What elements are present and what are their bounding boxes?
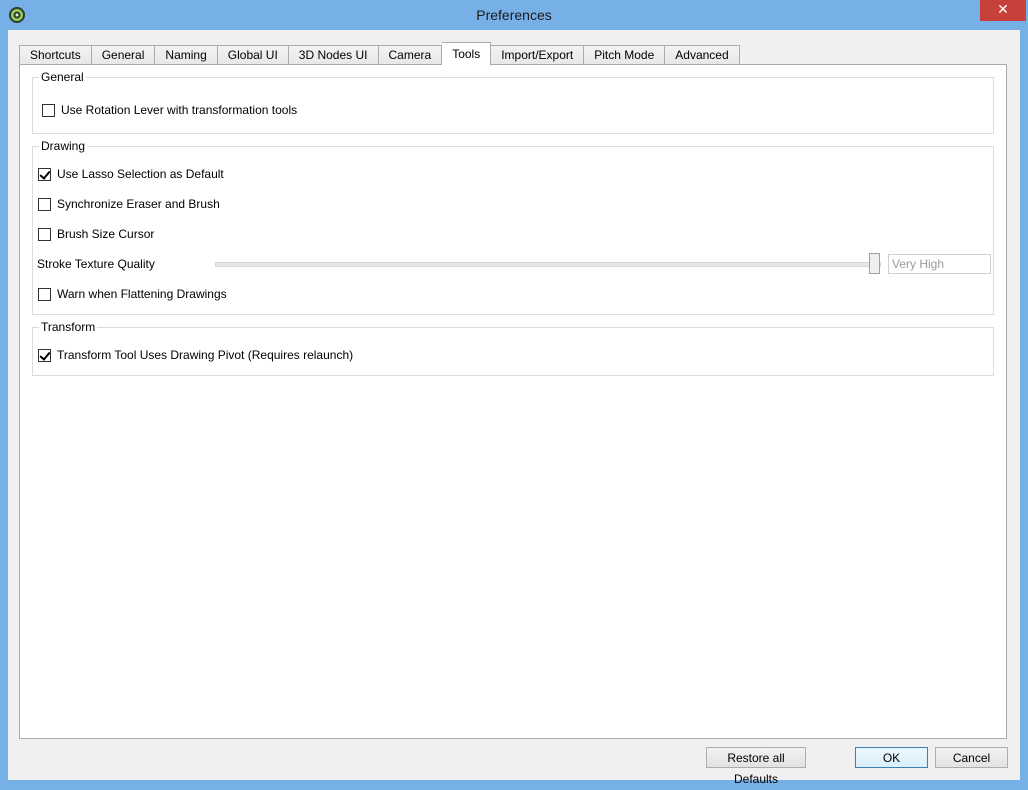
tab-global-ui[interactable]: Global UI (217, 45, 289, 66)
transform-drawing-pivot-option[interactable]: Transform Tool Uses Drawing Pivot (Requi… (38, 347, 353, 363)
tab-naming[interactable]: Naming (155, 45, 218, 66)
synchronize-eraser-brush-checkbox[interactable] (38, 197, 51, 211)
brush-size-cursor-label: Brush Size Cursor (57, 227, 155, 241)
tab-3d-nodes-ui[interactable]: 3D Nodes UI (288, 45, 379, 66)
tools-panel: General Use Rotation Lever with transfor… (19, 64, 1007, 739)
window-title: Preferences (476, 7, 552, 23)
tab-general[interactable]: General (91, 45, 156, 66)
synchronize-eraser-brush-option[interactable]: Synchronize Eraser and Brush (38, 196, 220, 212)
preferences-window: Preferences ✕ Shortcuts General Naming G… (0, 0, 1028, 788)
use-rotation-lever-checkbox[interactable] (42, 103, 55, 117)
group-title-general: General (39, 70, 86, 84)
tab-bar: Shortcuts General Naming Global UI 3D No… (19, 42, 740, 66)
ok-button[interactable]: OK (855, 747, 928, 768)
brush-size-cursor-option[interactable]: Brush Size Cursor (38, 226, 154, 242)
tab-advanced[interactable]: Advanced (665, 45, 740, 66)
tab-shortcuts[interactable]: Shortcuts (19, 45, 92, 66)
stroke-texture-quality-slider-handle[interactable] (869, 253, 880, 274)
close-button[interactable]: ✕ (980, 0, 1026, 21)
group-general: General Use Rotation Lever with transfor… (32, 70, 994, 134)
use-lasso-selection-checkbox[interactable] (38, 167, 51, 181)
group-transform: Transform Transform Tool Uses Drawing Pi… (32, 320, 994, 376)
group-title-drawing: Drawing (39, 139, 88, 153)
brush-size-cursor-checkbox[interactable] (38, 227, 51, 241)
group-drawing: Drawing Use Lasso Selection as Default S… (32, 139, 994, 315)
warn-flattening-checkbox[interactable] (38, 287, 51, 301)
tab-camera[interactable]: Camera (378, 45, 443, 66)
transform-drawing-pivot-checkbox[interactable] (38, 348, 51, 362)
stroke-texture-quality-value: Very High (888, 254, 991, 274)
dialog-client-area: Shortcuts General Naming Global UI 3D No… (8, 30, 1020, 786)
use-lasso-selection-label: Use Lasso Selection as Default (57, 167, 224, 181)
cancel-button[interactable]: Cancel (935, 747, 1008, 768)
tab-pitch-mode[interactable]: Pitch Mode (584, 45, 666, 66)
transform-drawing-pivot-label: Transform Tool Uses Drawing Pivot (Requi… (57, 348, 354, 362)
warn-flattening-option[interactable]: Warn when Flattening Drawings (38, 286, 227, 302)
synchronize-eraser-brush-label: Synchronize Eraser and Brush (57, 197, 220, 211)
warn-flattening-label: Warn when Flattening Drawings (57, 287, 227, 301)
group-title-transform: Transform (39, 320, 98, 334)
title-bar[interactable]: Preferences ✕ (0, 0, 1028, 30)
use-rotation-lever-label: Use Rotation Lever with transformation t… (61, 103, 298, 117)
use-lasso-selection-option[interactable]: Use Lasso Selection as Default (38, 166, 224, 182)
tab-tools[interactable]: Tools (442, 42, 492, 66)
tab-import-export[interactable]: Import/Export (491, 45, 585, 66)
stroke-texture-quality-slider-track[interactable] (215, 262, 881, 267)
stroke-texture-quality-label: Stroke Texture Quality (37, 257, 155, 271)
use-rotation-lever-option[interactable]: Use Rotation Lever with transformation t… (42, 102, 297, 118)
restore-defaults-button[interactable]: Restore all Defaults (706, 747, 806, 786)
